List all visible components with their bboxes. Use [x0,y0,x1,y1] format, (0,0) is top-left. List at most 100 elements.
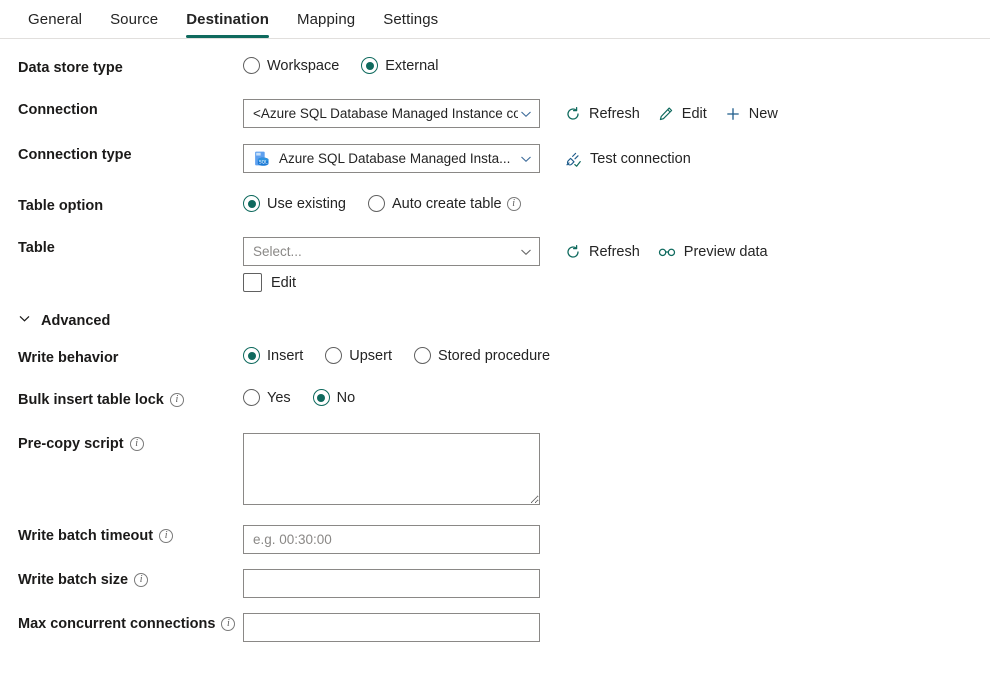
tab-destination[interactable]: Destination [172,11,283,38]
radio-table-option-use-existing[interactable]: Use existing [243,195,346,212]
row-bulk-insert-table-lock: Bulk insert table lock Yes No [0,389,990,415]
tab-mapping[interactable]: Mapping [283,11,369,38]
radio-button-indicator [413,347,431,364]
radio-write-behavior-stored-procedure[interactable]: Stored procedure [413,347,551,364]
radio-label: Upsert [349,347,392,364]
radio-data-store-type-workspace[interactable]: Workspace [243,57,339,74]
radio-button-indicator-selected [243,195,260,212]
radio-label: No [336,389,356,406]
checkbox-label: Edit [271,274,296,291]
radio-label: Stored procedure [437,347,551,364]
chevron-down-icon [18,312,31,329]
checkbox-indicator [243,273,262,292]
row-connection-type: Connection type SQL Azure SQL Database M… [0,144,990,173]
preview-data-button[interactable]: Preview data [649,241,777,263]
connection-dropdown[interactable]: <Azure SQL Database Managed Instance con… [243,99,540,128]
pencil-icon [658,106,674,122]
radio-button-indicator [367,195,385,212]
destination-form: Data store type Workspace External Conne… [0,39,990,642]
info-icon[interactable] [129,436,144,451]
label-data-store-type: Data store type [18,60,123,76]
radio-button-indicator-selected [312,389,330,406]
edit-label: Edit [681,105,707,122]
label-write-batch-size: Write batch size [0,569,243,591]
radio-group-bulk-insert-table-lock: Yes No [243,389,355,406]
radio-bulk-insert-no[interactable]: No [312,389,356,406]
refresh-icon [565,244,581,260]
test-connection-icon [565,150,582,167]
row-write-behavior: Write behavior Insert Upsert Stored proc… [0,347,990,373]
svg-text:SQL: SQL [259,160,268,166]
label-write-batch-timeout: Write batch timeout [0,525,243,547]
connection-type-dropdown[interactable]: SQL Azure SQL Database Managed Insta... [243,144,540,173]
radio-group-data-store-type: Workspace External [243,57,438,74]
refresh-label: Refresh [589,105,640,122]
plus-icon [725,106,741,122]
new-connection-button[interactable]: New [716,103,787,125]
refresh-table-button[interactable]: Refresh [556,241,649,263]
radio-bulk-insert-yes[interactable]: Yes [243,389,291,406]
radio-button-indicator [243,57,260,74]
info-icon[interactable] [169,392,184,407]
preview-data-icon [658,244,676,260]
info-icon[interactable] [506,196,521,211]
radio-button-indicator-selected [361,57,379,74]
max-concurrent-connections-input[interactable] [243,613,540,642]
label-table-option: Table option [18,198,104,214]
table-dropdown[interactable]: Select... [243,237,540,266]
row-table-option: Table option Use existing Auto create ta… [0,195,990,221]
radio-group-table-option: Use existing Auto create table [243,195,521,212]
pre-copy-script-textarea[interactable] [243,433,540,505]
write-batch-size-input[interactable] [243,569,540,598]
tab-settings[interactable]: Settings [369,11,452,38]
row-pre-copy-script: Pre-copy script [0,433,990,505]
edit-connection-button[interactable]: Edit [649,103,716,125]
label-pre-copy-script: Pre-copy script [0,433,243,455]
table-commands: Refresh Preview data [556,241,777,263]
radio-label: Workspace [267,57,340,74]
chevron-down-icon [520,108,532,120]
row-write-batch-timeout: Write batch timeout [0,525,990,554]
radio-data-store-type-external[interactable]: External [361,57,438,74]
info-icon[interactable] [134,572,149,587]
refresh-label: Refresh [589,243,640,260]
radio-button-indicator [325,347,343,364]
radio-button-indicator-selected [243,347,260,364]
radio-label: Use existing [267,195,346,212]
radio-group-write-behavior: Insert Upsert Stored procedure [243,347,550,364]
connection-commands: Refresh Edit New [556,103,787,125]
row-write-batch-size: Write batch size [0,569,990,598]
label-table: Table [18,240,55,256]
connection-type-value: Azure SQL Database Managed Insta... [279,151,511,166]
label-connection: Connection [18,102,98,118]
azure-sql-database-icon: SQL [253,150,270,167]
advanced-section-toggle[interactable]: Advanced [0,312,110,329]
refresh-connection-button[interactable]: Refresh [556,103,649,125]
row-data-store-type: Data store type Workspace External [0,57,990,83]
radio-label: Insert [267,347,304,364]
radio-button-indicator [243,389,260,406]
info-icon[interactable] [221,616,236,631]
label-bulk-insert-table-lock: Bulk insert table lock [0,389,243,411]
test-connection-button[interactable]: Test connection [556,147,700,170]
info-icon[interactable] [159,528,174,543]
write-batch-timeout-input[interactable] [243,525,540,554]
connection-type-commands: Test connection [556,147,700,170]
refresh-icon [565,106,581,122]
tab-general[interactable]: General [14,11,96,38]
connection-value: <Azure SQL Database Managed Instance con… [253,106,518,121]
radio-write-behavior-insert[interactable]: Insert [243,347,303,364]
new-label: New [748,105,778,122]
label-write-behavior: Write behavior [18,350,119,366]
tab-bar: General Source Destination Mapping Setti… [0,0,990,39]
radio-label: Yes [267,389,291,406]
radio-write-behavior-upsert[interactable]: Upsert [325,347,392,364]
chevron-down-icon [520,246,532,258]
tab-source[interactable]: Source [96,11,172,38]
table-edit-checkbox[interactable]: Edit [243,273,296,292]
table-value: Select... [253,244,302,259]
radio-label: Auto create table [391,195,502,212]
test-connection-label: Test connection [590,150,691,167]
label-max-concurrent-connections: Max concurrent connections [0,613,243,635]
radio-table-option-auto-create[interactable]: Auto create table [367,195,521,212]
